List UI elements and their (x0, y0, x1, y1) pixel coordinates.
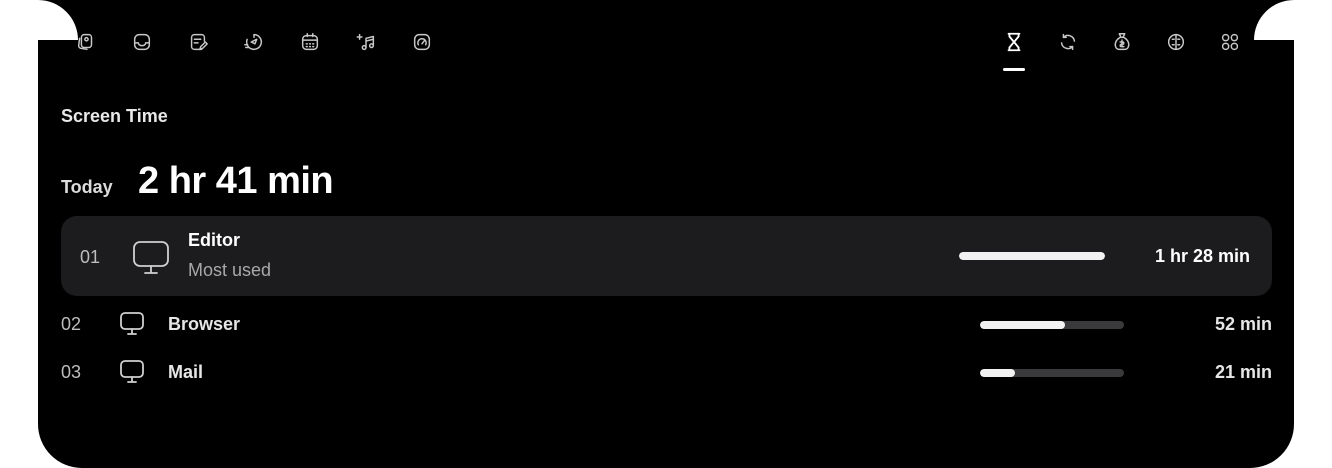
app-rank: 03 (61, 362, 82, 382)
app-row-2[interactable]: 02 Browser 52 min (61, 309, 1272, 339)
monitor-icon (118, 310, 146, 338)
app-name: Editor (188, 230, 240, 250)
brain-icon[interactable] (1162, 28, 1190, 56)
app-row-3[interactable]: 03 Mail 21 min (61, 357, 1272, 387)
active-tab-indicator (1003, 68, 1025, 71)
music-icon[interactable] (352, 28, 380, 56)
app-rank: 01 (80, 247, 101, 267)
app-usage-time: 1 hr 28 min (1154, 246, 1250, 266)
app-usage-time: 21 min (1214, 362, 1272, 382)
app-rank: 02 (61, 314, 82, 334)
app-usage-time: 52 min (1214, 314, 1272, 334)
cards-icon[interactable] (72, 28, 100, 56)
usage-bar-fill (959, 252, 1105, 260)
app-name: Browser (168, 314, 241, 334)
app-name: Mail (168, 362, 204, 382)
sync-icon[interactable] (1054, 28, 1082, 56)
total-screen-time: 2 hr 41 min (138, 160, 334, 202)
right-toolbar (1000, 28, 1270, 71)
grid-icon[interactable] (1216, 28, 1244, 56)
usage-bar (980, 369, 1124, 377)
monitor-icon (131, 238, 171, 278)
left-toolbar (72, 28, 464, 56)
usage-bar-fill (980, 321, 1065, 329)
gauge-icon[interactable] (408, 28, 436, 56)
notes-icon[interactable] (184, 28, 212, 56)
usage-bar-fill (980, 369, 1015, 377)
app-row-1[interactable]: 01 Editor Most used 1 hr 28 min (61, 216, 1272, 296)
app-subtitle: Most used (188, 260, 272, 280)
money-bag-icon[interactable] (1108, 28, 1136, 56)
monitor-icon (118, 358, 146, 386)
hourglass-icon[interactable] (1000, 28, 1028, 71)
timer-icon[interactable] (240, 28, 268, 56)
today-label: Today (61, 177, 113, 197)
calendar-icon[interactable] (296, 28, 324, 56)
usage-bar (959, 252, 1105, 260)
section-title: Screen Time (61, 106, 168, 126)
inbox-icon[interactable] (128, 28, 156, 56)
usage-bar (980, 321, 1124, 329)
